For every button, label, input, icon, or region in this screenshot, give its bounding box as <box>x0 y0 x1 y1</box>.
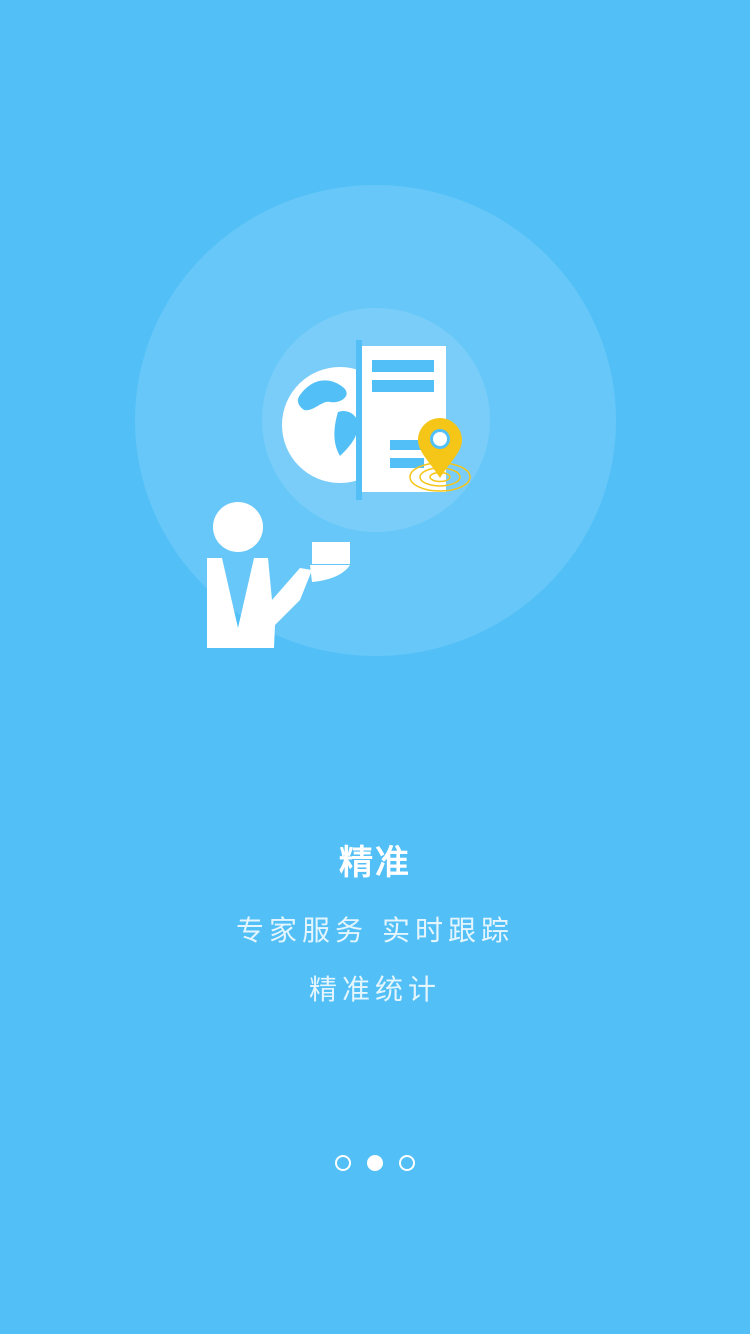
feature-title: 精准 <box>339 843 411 883</box>
feature-subtitle-line-1: 专家服务 实时跟踪 <box>236 914 514 947</box>
page-dot-3[interactable] <box>399 1155 415 1171</box>
feature-subtitle-line-2: 精准统计 <box>308 973 441 1006</box>
page-indicator <box>0 1155 750 1171</box>
page-dot-2-active[interactable] <box>367 1155 383 1171</box>
person-icon <box>207 502 350 648</box>
onboarding-screen[interactable]: 精准 专家服务 实时跟踪 精准统计 <box>0 0 750 1334</box>
hero-illustration <box>207 340 471 648</box>
page-dot-1[interactable] <box>335 1155 351 1171</box>
